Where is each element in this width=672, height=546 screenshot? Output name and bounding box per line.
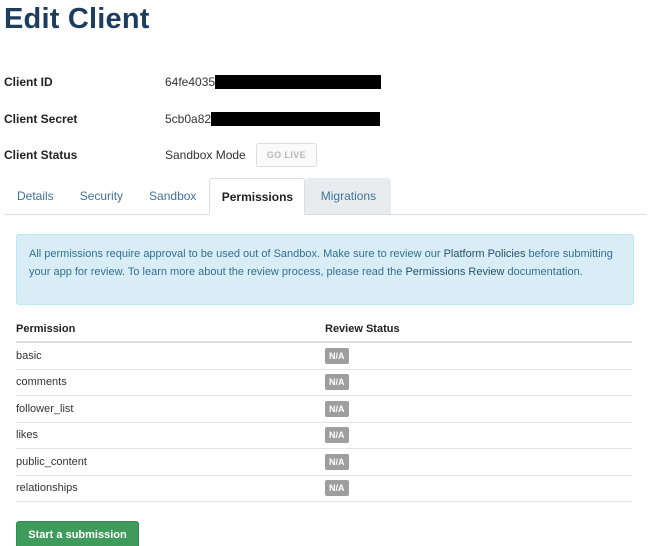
page-title: Edit Client: [4, 3, 150, 35]
table-row: likes N/A: [16, 423, 632, 449]
table-row: basic N/A: [16, 343, 632, 370]
edit-client-page: Edit Client Client ID 64fe4035 Client Se…: [0, 0, 672, 546]
permissions-table: Permission Review Status basic N/A comme…: [16, 316, 632, 502]
client-status-row: Client Status Sandbox Mode GO LIVE: [4, 143, 318, 167]
status-badge: N/A: [325, 400, 349, 417]
sandbox-info-alert: All permissions require approval to be u…: [16, 234, 634, 305]
header-review-status: Review Status: [325, 322, 400, 335]
tab-bar: Details Security Sandbox Permissions Mig…: [4, 178, 646, 215]
platform-policies-link[interactable]: Platform Policies: [444, 248, 526, 260]
header-permission: Permission: [16, 322, 76, 335]
go-live-button[interactable]: GO LIVE: [255, 143, 318, 167]
permissions-review-link[interactable]: Permissions Review: [405, 266, 504, 278]
tab-sandbox[interactable]: Sandbox: [136, 178, 209, 214]
client-id-redaction: [215, 75, 382, 89]
client-id-row: Client ID 64fe4035: [4, 72, 382, 92]
start-submission-button[interactable]: Start a submission: [16, 521, 139, 546]
client-status-label: Client Status: [4, 148, 78, 162]
table-row: comments N/A: [16, 370, 632, 396]
permission-name: follower_list: [16, 402, 74, 415]
status-badge: N/A: [325, 453, 349, 470]
client-secret-value: 5cb0a82: [165, 112, 381, 126]
permission-name: comments: [16, 376, 67, 389]
alert-text-1: All permissions require approval to be u…: [29, 248, 444, 260]
status-badge: N/A: [325, 480, 349, 497]
permission-name: public_content: [16, 455, 87, 468]
permission-name: basic: [16, 349, 42, 362]
client-secret-redaction: [211, 112, 381, 126]
permission-name: likes: [16, 429, 39, 442]
status-badge: N/A: [325, 347, 349, 364]
client-status-text: Sandbox Mode: [165, 148, 246, 162]
alert-text-3: documentation.: [504, 266, 583, 278]
table-row: relationships N/A: [16, 476, 632, 502]
client-secret-prefix: 5cb0a82: [165, 112, 212, 126]
permission-name: relationships: [16, 482, 78, 495]
client-id-value: 64fe4035: [165, 75, 382, 89]
tab-details[interactable]: Details: [4, 178, 67, 214]
table-row: public_content N/A: [16, 449, 632, 476]
table-header: Permission Review Status: [16, 316, 632, 343]
client-secret-row: Client Secret 5cb0a82: [4, 109, 381, 129]
client-status-value: Sandbox Mode GO LIVE: [165, 143, 318, 167]
table-row: follower_list N/A: [16, 396, 632, 423]
client-id-label: Client ID: [4, 75, 53, 89]
tab-security[interactable]: Security: [67, 178, 136, 214]
client-secret-label: Client Secret: [4, 112, 78, 126]
status-badge: N/A: [325, 374, 349, 391]
status-badge: N/A: [325, 427, 349, 444]
client-id-prefix: 64fe4035: [165, 75, 216, 89]
tab-migrations[interactable]: Migrations: [305, 178, 392, 214]
tab-permissions[interactable]: Permissions: [209, 178, 306, 215]
